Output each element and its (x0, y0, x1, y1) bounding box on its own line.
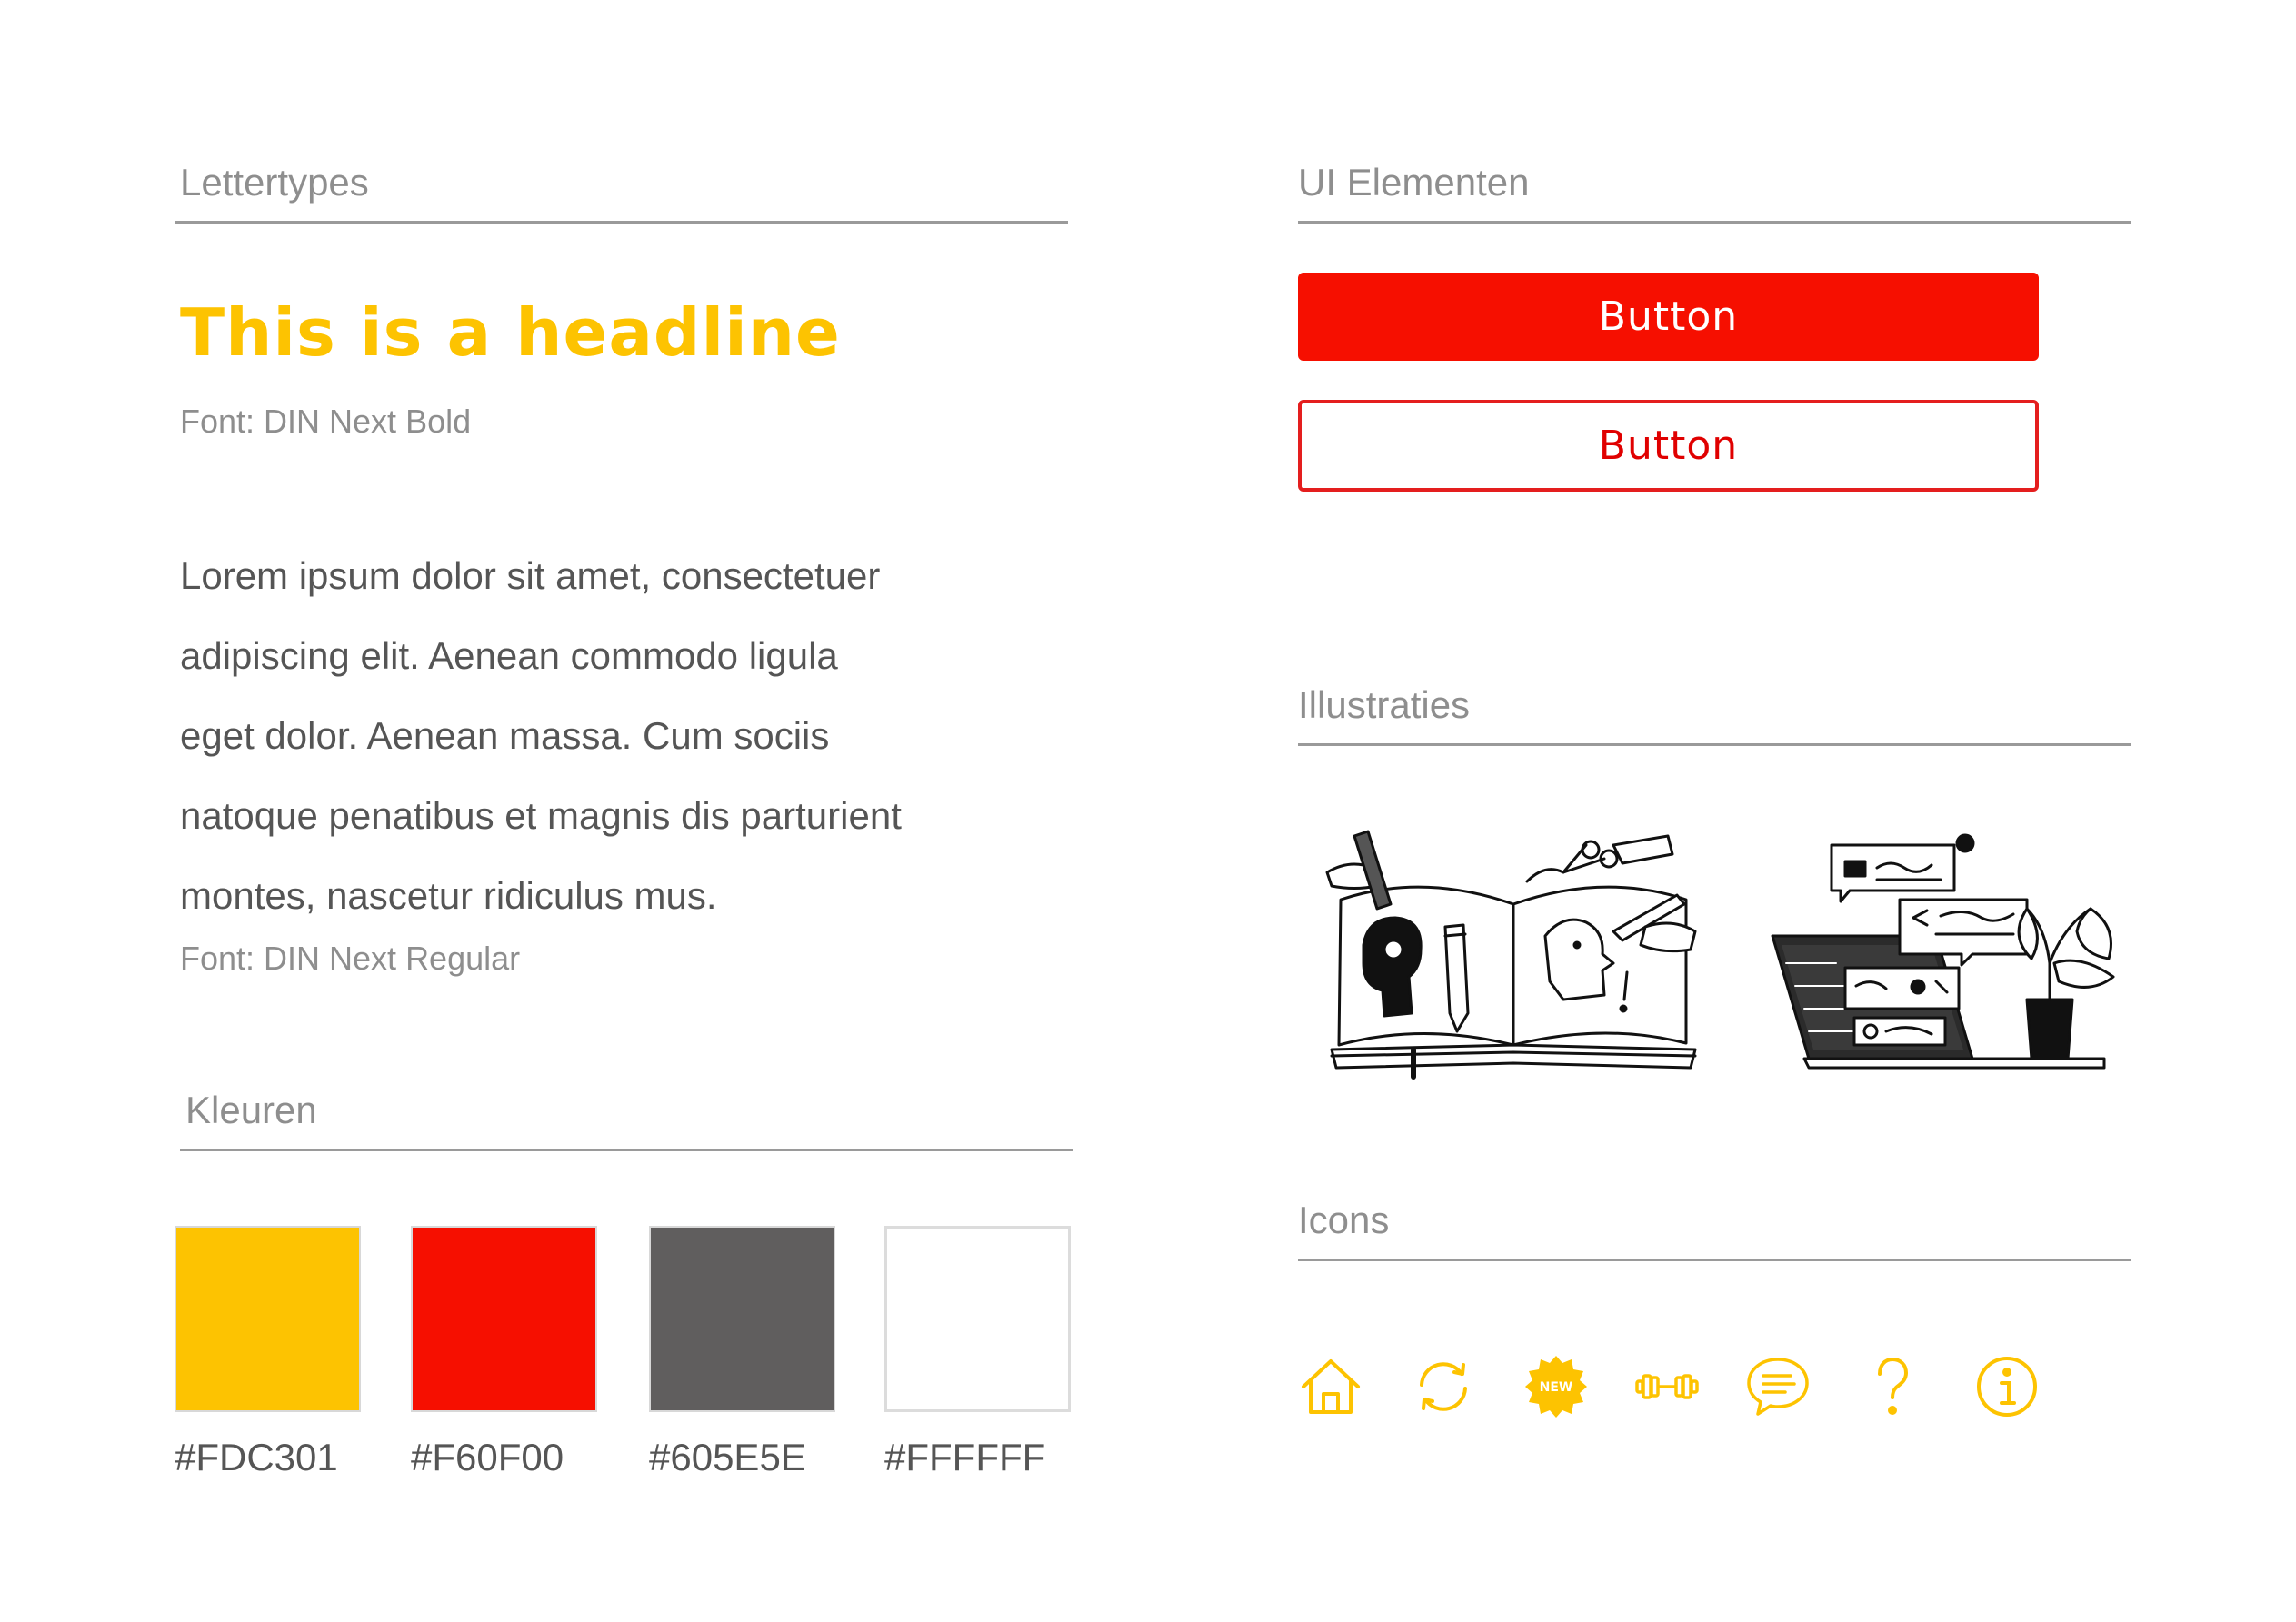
body-font-note: Font: DIN Next Regular (180, 940, 521, 977)
divider (1298, 1259, 2131, 1261)
body-line: adipiscing elit. Aenean commodo ligula (180, 634, 838, 677)
color-hex-label: #FDC301 (175, 1436, 338, 1478)
headline-sample: This is a headline (180, 294, 841, 371)
section-title-ui-elements: UI Elementen (1298, 161, 1530, 204)
laptop-chat-illustration (1771, 833, 2115, 1070)
new-badge-icon[interactable]: NEW (1523, 1354, 1589, 1419)
section-title-icons: Icons (1298, 1199, 1390, 1241)
body-line: eget dolor. Aenean massa. Cum sociis (180, 714, 830, 757)
color-swatch-gray (649, 1226, 835, 1412)
color-swatch-red (411, 1226, 597, 1412)
illustration-laptop (1754, 827, 2145, 1081)
body-line: montes, nascetur ridiculus mus. (180, 874, 717, 917)
secondary-button[interactable]: Button (1298, 400, 2039, 492)
body-line: natoque penatibus et magnis dis parturie… (180, 794, 902, 837)
color-hex-label: #605E5E (649, 1436, 806, 1478)
dumbbell-icon[interactable] (1634, 1354, 1700, 1419)
home-icon[interactable] (1298, 1354, 1363, 1419)
info-icon[interactable] (1974, 1354, 2040, 1419)
color-hex-label: #FFFFFF (884, 1436, 1046, 1478)
color-swatch-white (884, 1226, 1071, 1412)
primary-button[interactable]: Button (1298, 273, 2039, 361)
divider (180, 1149, 1073, 1151)
chat-icon[interactable] (1745, 1354, 1811, 1419)
body-text-sample: Lorem ipsum dolor sit amet, consectetuer… (180, 536, 980, 936)
color-swatch-yellow (175, 1226, 361, 1412)
section-title-fonts: Lettertypes (180, 161, 369, 204)
refresh-icon[interactable] (1411, 1354, 1476, 1419)
section-title-illustrations: Illustraties (1298, 683, 1471, 726)
section-title-colors: Kleuren (185, 1089, 317, 1131)
new-badge-text: NEW (1540, 1380, 1573, 1395)
question-icon[interactable] (1860, 1354, 1925, 1419)
color-hex-label: #F60F00 (411, 1436, 564, 1478)
headline-font-note: Font: DIN Next Bold (180, 403, 472, 440)
book-drawing-illustration (1325, 830, 1697, 1080)
divider (1298, 743, 2131, 746)
body-line: Lorem ipsum dolor sit amet, consectetuer (180, 554, 881, 597)
divider (1298, 221, 2131, 224)
divider (175, 221, 1068, 224)
illustration-book (1313, 818, 1713, 1090)
